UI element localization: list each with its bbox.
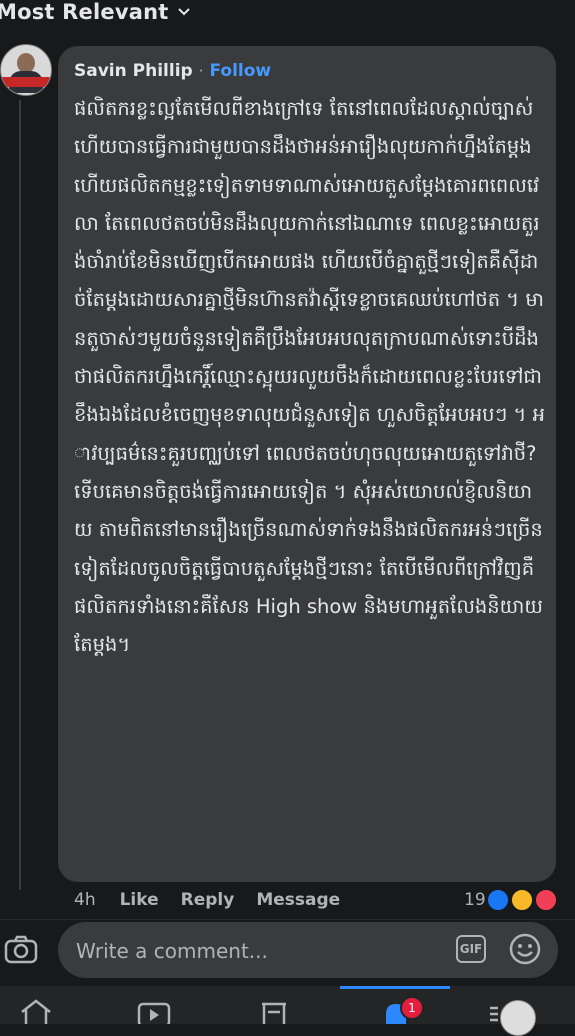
video-icon[interactable]: [136, 998, 172, 1024]
comment-header: Savin Phillip · Follow: [74, 61, 271, 81]
bottom-tab-bar: [0, 986, 575, 1024]
marketplace-icon[interactable]: [256, 998, 292, 1024]
gif-button[interactable]: GIF: [456, 935, 486, 963]
comment-text: ផលិតករខ្លះល្អតែមើលពីខាងក្រៅទេ តែនៅពេលដែល…: [74, 97, 545, 657]
love-reaction-icon: [533, 888, 558, 912]
haha-reaction-icon: [509, 888, 534, 912]
comment-input[interactable]: Write a comment...: [76, 939, 268, 963]
comment-time[interactable]: 4h: [74, 890, 96, 910]
avatar[interactable]: [0, 44, 52, 96]
profile-avatar[interactable]: [500, 1000, 536, 1036]
thread-line: [19, 100, 21, 890]
like-reaction-icon: [485, 888, 510, 912]
reply-button[interactable]: Reply: [181, 890, 235, 910]
avatar-head: [17, 53, 35, 73]
camera-icon[interactable]: [4, 934, 38, 964]
divider: [0, 919, 575, 920]
emoji-icon[interactable]: [508, 932, 542, 966]
comment-bubble[interactable]: Savin Phillip · Follow ផលិតករខ្លះល្អតែមើ…: [58, 46, 556, 882]
like-button[interactable]: Like: [120, 890, 159, 910]
notification-badge: 1: [400, 996, 424, 1020]
home-icon[interactable]: [18, 998, 54, 1024]
sort-label: Most Relevant: [0, 0, 169, 24]
follow-button[interactable]: Follow: [209, 61, 271, 81]
comment-composer[interactable]: Write a comment... GIF: [58, 922, 558, 978]
reaction-count: 19: [464, 890, 486, 910]
chevron-down-icon: [178, 8, 191, 16]
author-name[interactable]: Savin Phillip: [74, 61, 193, 81]
separator: ·: [198, 62, 204, 80]
active-tab-indicator: [340, 986, 450, 989]
sort-selector[interactable]: Most Relevant: [0, 0, 191, 24]
comment-actions: 4h Like Reply Message: [74, 890, 362, 910]
avatar-frame-badge: [1, 77, 51, 87]
reaction-summary[interactable]: 19: [464, 888, 558, 912]
message-button[interactable]: Message: [256, 890, 340, 910]
